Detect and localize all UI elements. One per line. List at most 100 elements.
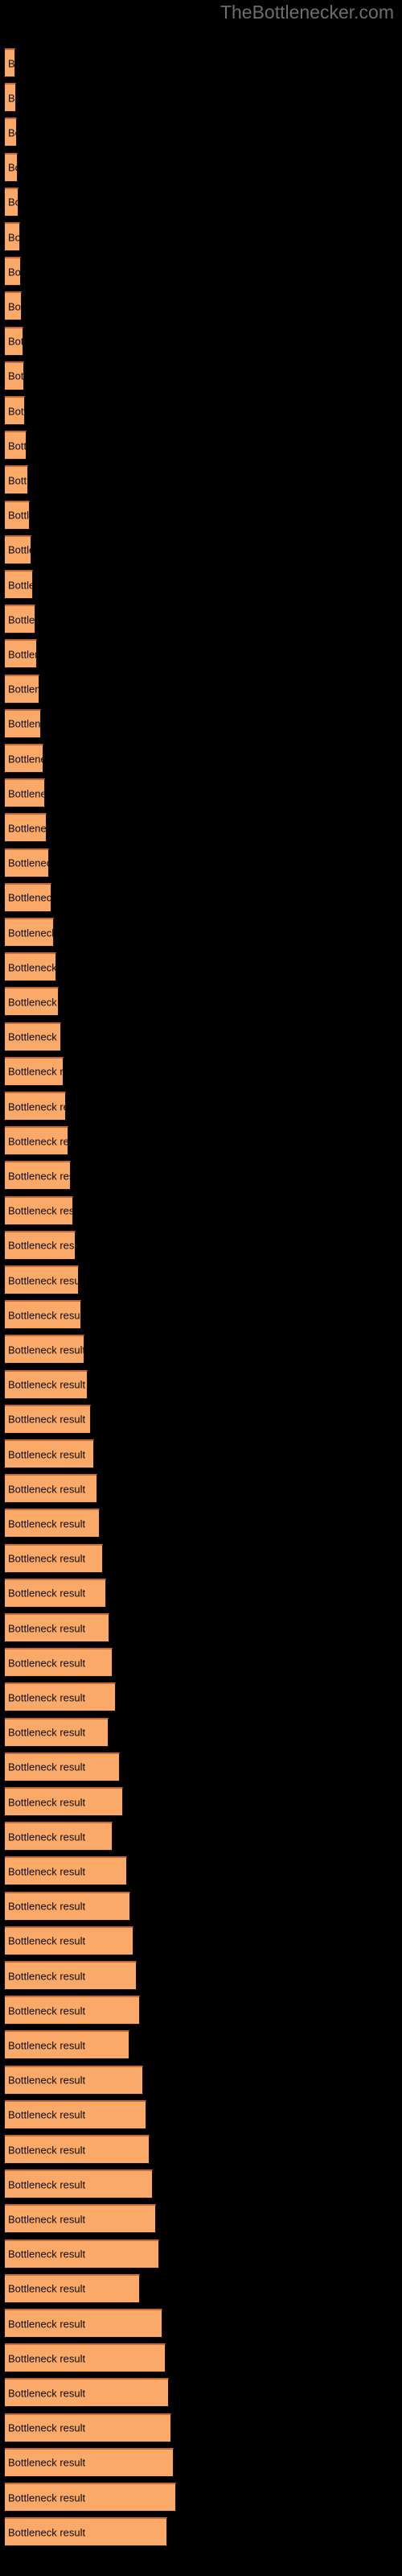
bar-4[interactable]: Bottleneck result (5, 152, 18, 182)
bar-19[interactable]: Bottleneck result (5, 674, 39, 704)
bar-label: Bottleneck result (8, 717, 41, 730)
bar-22[interactable]: Bottleneck result (5, 778, 45, 808)
bar-68[interactable]: Bottleneck result (5, 2378, 169, 2408)
bar-series-layer: Bottleneck result Bottleneck result Bottle… (0, 0, 402, 2576)
bar-28[interactable]: Bottleneck result (5, 987, 59, 1017)
bar-label: Bottleneck result (8, 2352, 86, 2365)
bar-label: Bottleneck result (8, 996, 58, 1009)
bar-30[interactable]: Bottleneck result (5, 1056, 64, 1086)
bar-label: Bottleneck result (8, 1239, 75, 1252)
bar-7[interactable]: Bottleneck result (5, 257, 21, 287)
bar-9[interactable]: Bottleneck result (5, 326, 23, 356)
bar-12[interactable]: Bottleneck result (5, 431, 27, 460)
bar-57[interactable]: Bottleneck result (5, 1996, 140, 2025)
bar-32[interactable]: Bottleneck result (5, 1126, 68, 1156)
bar-35[interactable]: Bottleneck result (5, 1230, 76, 1260)
bar-37[interactable]: Bottleneck result (5, 1300, 81, 1330)
bar-58[interactable]: Bottleneck result (5, 2030, 129, 2060)
bar-16[interactable]: Bottleneck result (5, 570, 33, 599)
bar-46[interactable]: Bottleneck result (5, 1613, 109, 1642)
bar-47[interactable]: Bottleneck result (5, 1648, 113, 1678)
bar-label: Bottleneck result (8, 474, 28, 487)
bar-label: Bottleneck result (8, 1726, 86, 1739)
bar-43[interactable]: Bottleneck result (5, 1509, 100, 1538)
bar-61[interactable]: Bottleneck result (5, 2135, 150, 2164)
bar-54[interactable]: Bottleneck result (5, 1891, 130, 1921)
bar-label: Bottleneck result (8, 613, 35, 626)
bar-63[interactable]: Bottleneck result (5, 2204, 156, 2234)
bar-20[interactable]: Bottleneck result (5, 708, 41, 738)
bar-label: Bottleneck result (8, 440, 27, 452)
bar-49[interactable]: Bottleneck result (5, 1717, 109, 1747)
bar-34[interactable]: Bottleneck result (5, 1195, 73, 1225)
bar-55[interactable]: Bottleneck result (5, 1926, 133, 1955)
bar-60[interactable]: Bottleneck result (5, 2099, 146, 2129)
bar-label: Bottleneck result (8, 787, 44, 800)
bar-36[interactable]: Bottleneck result (5, 1265, 79, 1294)
bar-51[interactable]: Bottleneck result (5, 1787, 123, 1816)
bar-48[interactable]: Bottleneck result (5, 1682, 116, 1712)
bar-6[interactable]: Bottleneck result (5, 222, 20, 251)
bar-label: Bottleneck result (8, 2178, 86, 2191)
bar-21[interactable]: Bottleneck result (5, 744, 43, 773)
bar-50[interactable]: Bottleneck result (5, 1752, 120, 1781)
bar-label: Bottleneck result (8, 1274, 79, 1286)
bar-62[interactable]: Bottleneck result (5, 2169, 153, 2199)
bar-18[interactable]: Bottleneck result (5, 639, 37, 669)
bar-5[interactable]: Bottleneck result (5, 187, 18, 217)
bar-70[interactable]: Bottleneck result (5, 2447, 174, 2477)
bar-1[interactable]: Bottleneck result (5, 48, 15, 77)
bar-69[interactable]: Bottleneck result (5, 2413, 171, 2442)
bar-11[interactable]: Bottleneck result (5, 396, 25, 425)
bar-label: Bottleneck result (8, 1761, 86, 1773)
bar-14[interactable]: Bottleneck result (5, 500, 30, 530)
bar-label: Bottleneck result (8, 335, 23, 348)
bar-44[interactable]: Bottleneck result (5, 1543, 103, 1573)
bar-42[interactable]: Bottleneck result (5, 1474, 97, 1504)
bar-64[interactable]: Bottleneck result (5, 2239, 159, 2268)
bar-8[interactable]: Bottleneck result (5, 291, 22, 321)
bar-71[interactable]: Bottleneck result (5, 2483, 176, 2512)
bar-13[interactable]: Bottleneck result (5, 465, 28, 495)
bar-3[interactable]: Bottleneck result (5, 118, 17, 147)
bar-label: Bottleneck result (8, 2491, 86, 2504)
bar-label: Bottleneck result (8, 2004, 86, 2017)
bar-66[interactable]: Bottleneck result (5, 2309, 162, 2338)
bar-41[interactable]: Bottleneck result (5, 1439, 94, 1468)
bar-label: Bottleneck result (8, 1413, 86, 1426)
bar-72[interactable]: Bottleneck result (5, 2517, 167, 2547)
bar-59[interactable]: Bottleneck result (5, 2065, 143, 2095)
bar-67[interactable]: Bottleneck result (5, 2343, 166, 2373)
bar-label: Bottleneck result (8, 2039, 86, 2052)
bar-label: Bottleneck result (8, 57, 15, 69)
bar-53[interactable]: Bottleneck result (5, 1856, 127, 1886)
bar-45[interactable]: Bottleneck result (5, 1578, 106, 1608)
bar-40[interactable]: Bottleneck result (5, 1404, 91, 1434)
bar-label: Bottleneck result (8, 1100, 65, 1113)
bar-label: Bottleneck result (8, 2074, 86, 2087)
bar-label: Bottleneck result (8, 961, 56, 974)
bar-39[interactable]: Bottleneck result (5, 1369, 88, 1399)
bar-25[interactable]: Bottleneck result (5, 882, 51, 912)
bar-29[interactable]: Bottleneck result (5, 1022, 61, 1051)
bar-56[interactable]: Bottleneck result (5, 1961, 137, 1990)
bar-label: Bottleneck result (8, 1378, 86, 1391)
bar-10[interactable]: Bottleneck result (5, 361, 24, 390)
bar-label: Bottleneck result (8, 1587, 86, 1600)
bar-label: Bottleneck result (8, 753, 43, 765)
bar-15[interactable]: Bottleneck result (5, 535, 31, 564)
bar-label: Bottleneck result (8, 1552, 86, 1565)
bar-26[interactable]: Bottleneck result (5, 918, 54, 947)
bar-23[interactable]: Bottleneck result (5, 813, 47, 843)
bar-31[interactable]: Bottleneck result (5, 1092, 66, 1121)
bar-27[interactable]: Bottleneck result (5, 952, 56, 982)
bar-65[interactable]: Bottleneck result (5, 2273, 140, 2303)
bar-24[interactable]: Bottleneck result (5, 848, 49, 877)
bar-33[interactable]: Bottleneck result (5, 1161, 71, 1191)
bar-label: Bottleneck result (8, 2387, 86, 2400)
bar-label: Bottleneck result (8, 196, 18, 208)
bar-2[interactable]: Bottleneck result (5, 83, 16, 113)
bar-17[interactable]: Bottleneck result (5, 605, 35, 634)
bar-52[interactable]: Bottleneck result (5, 1822, 113, 1852)
bar-38[interactable]: Bottleneck result (5, 1335, 84, 1364)
